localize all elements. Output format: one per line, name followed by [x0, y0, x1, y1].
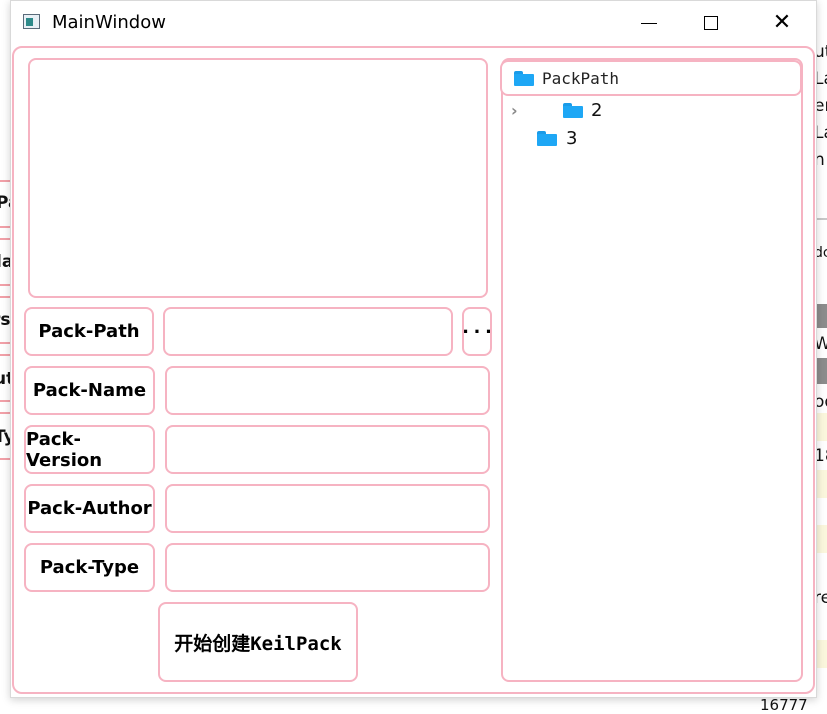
pack-author-input[interactable] [165, 484, 490, 533]
tree-root-item[interactable]: PackPath [500, 60, 802, 96]
app-icon [23, 14, 40, 29]
pack-version-input[interactable] [165, 425, 490, 474]
tree-item-label[interactable]: 3 [566, 128, 577, 149]
expand-chevron-icon[interactable]: › [511, 101, 518, 120]
pack-name-input[interactable] [165, 366, 490, 415]
pack-version-label: Pack-Version [24, 425, 155, 474]
pack-path-label: Pack-Path [24, 307, 154, 356]
maximize-button[interactable] [688, 1, 734, 45]
folder-icon [537, 131, 557, 146]
tree-root-label: PackPath [542, 68, 620, 88]
maximize-icon [704, 16, 718, 30]
create-keilpack-button[interactable]: 开始创建KeilPack [158, 602, 358, 682]
log-output-area[interactable] [28, 58, 488, 298]
pack-type-input[interactable] [165, 543, 490, 592]
close-button[interactable]: ✕ [759, 1, 805, 45]
pack-name-label: Pack-Name [24, 366, 155, 415]
close-icon: ✕ [772, 10, 792, 35]
folder-icon [514, 70, 534, 86]
background-text: 16777 [760, 696, 808, 714]
minimize-button[interactable] [626, 1, 672, 45]
title-bar[interactable]: MainWindow ✕ [11, 1, 816, 45]
tree-item-label[interactable]: 2 [591, 100, 602, 121]
browse-button[interactable]: ··· [460, 307, 494, 356]
minimize-icon [641, 22, 657, 24]
folder-icon [563, 103, 583, 118]
pack-tree-view[interactable] [501, 58, 803, 682]
pack-author-label: Pack-Author [24, 484, 155, 533]
pack-type-label: Pack-Type [24, 543, 155, 592]
background-text: rs [0, 310, 11, 330]
pack-path-input[interactable] [163, 307, 453, 356]
window-title: MainWindow [52, 12, 166, 33]
